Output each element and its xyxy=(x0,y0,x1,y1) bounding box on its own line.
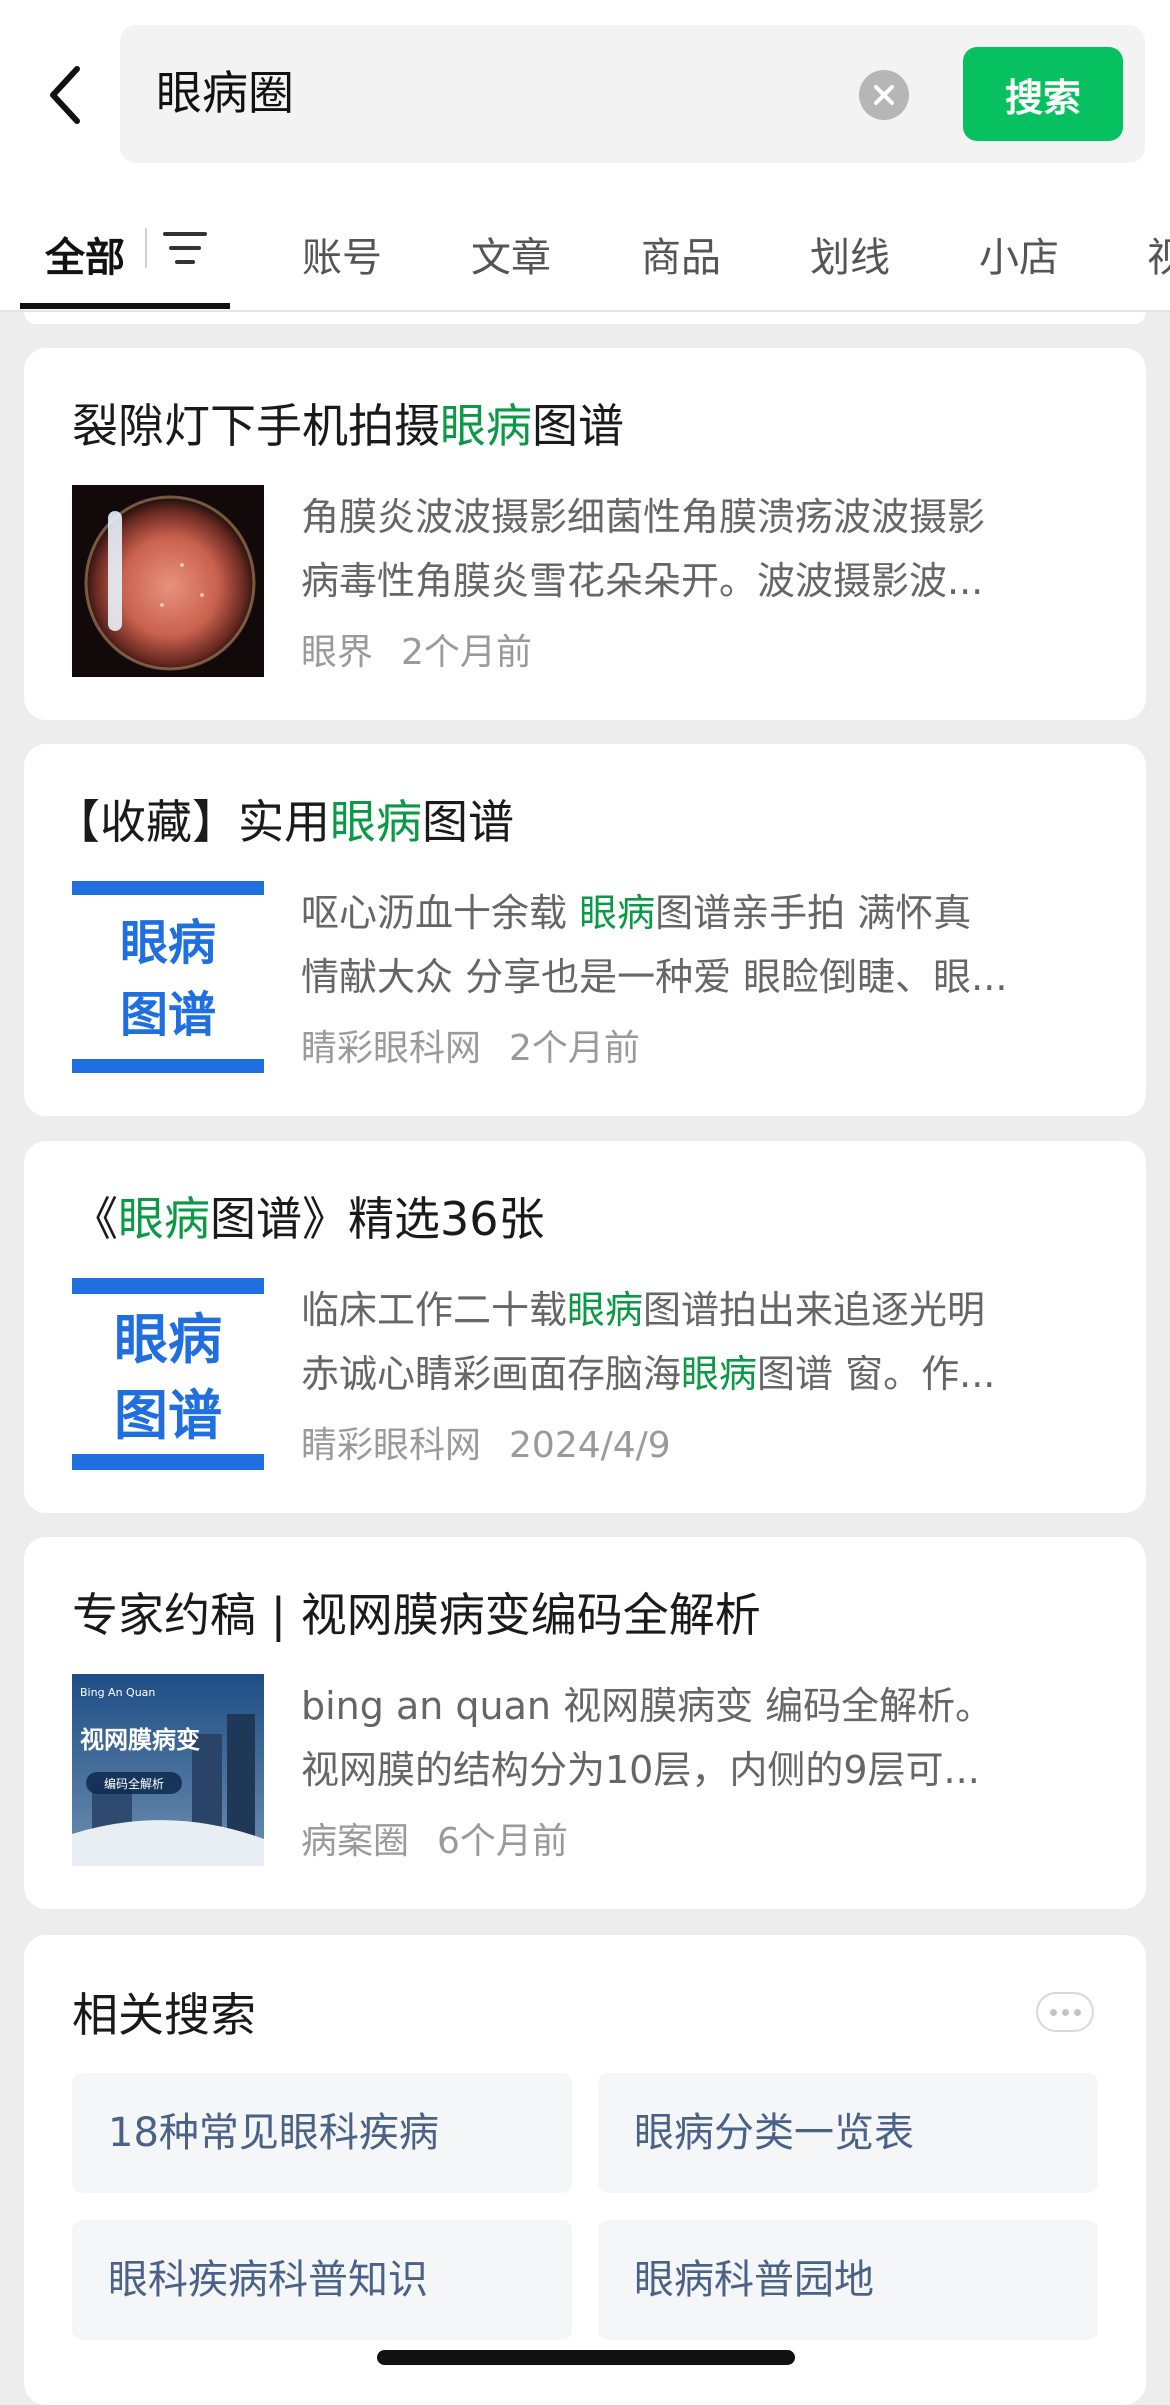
result-title: 《眼病图谱》精选36张 xyxy=(72,1192,545,1246)
active-tab-underline xyxy=(20,303,230,309)
result-snippet: bing an quan 视网膜病变 编码全解析。 视网膜的结构分为10层，内侧… xyxy=(301,1684,994,1792)
result-card[interactable]: 裂隙灯下手机拍摄眼病图谱 角膜炎波波摄影细菌性角膜溃疡波波摄影 病毒性角膜炎雪花… xyxy=(24,348,1146,720)
thumb-text: 图谱 xyxy=(120,987,216,1043)
back-button[interactable] xyxy=(30,55,100,135)
thumb-text: 视网膜病变 xyxy=(80,1726,200,1754)
previous-card-edge xyxy=(24,312,1146,324)
result-time: 6个月前 xyxy=(437,1821,568,1862)
search-input[interactable]: 眼病圈 xyxy=(156,63,294,123)
result-meta: 眼界 2个月前 xyxy=(301,628,532,678)
result-thumbnail: 眼病 图谱 xyxy=(72,1278,264,1470)
tab-accounts[interactable]: 账号 xyxy=(302,225,382,283)
clear-search-button[interactable] xyxy=(859,70,909,120)
tab-shops[interactable]: 小店 xyxy=(979,225,1059,283)
home-indicator[interactable] xyxy=(377,2350,795,2365)
thumb-text: 眼病 xyxy=(120,915,216,971)
result-source: 病案圈 xyxy=(301,1821,410,1862)
result-thumbnail: Bing An Quan 视网膜病变 编码全解析 xyxy=(72,1674,264,1866)
tab-all[interactable]: 全部 xyxy=(45,225,125,283)
close-icon xyxy=(874,85,894,105)
result-card[interactable]: 【收藏】实用眼病图谱 眼病 图谱 呕心沥血十余载 眼病图谱亲手拍 满怀真 情献大… xyxy=(24,744,1146,1116)
filter-icon[interactable] xyxy=(163,228,207,268)
thumb-text: Bing An Quan xyxy=(80,1686,155,1699)
related-item[interactable]: 眼科疾病科普知识 xyxy=(72,2220,572,2340)
more-options-button[interactable] xyxy=(1036,1992,1094,2032)
search-tabs: 全部 账号 文章 商品 划线 小店 视 xyxy=(0,195,1170,312)
related-searches-title: 相关搜索 xyxy=(72,1988,256,2042)
result-snippet: 角膜炎波波摄影细菌性角膜溃疡波波摄影 病毒性角膜炎雪花朵朵开。波波摄影波... xyxy=(301,495,986,603)
search-button[interactable]: 搜索 xyxy=(963,47,1123,141)
result-title: 【收藏】实用眼病图谱 xyxy=(54,795,514,849)
result-snippet: 临床工作二十载眼病图谱拍出来追逐光明 赤诚心睛彩画面存脑海眼病图谱 窗。作... xyxy=(301,1288,996,1396)
result-title: 裂隙灯下手机拍摄眼病图谱 xyxy=(72,399,624,453)
related-item[interactable]: 眼病科普园地 xyxy=(598,2220,1098,2340)
result-meta: 睛彩眼科网 2个月前 xyxy=(301,1024,640,1074)
result-source: 眼界 xyxy=(301,632,374,673)
result-snippet: 呕心沥血十余载 眼病图谱亲手拍 满怀真 情献大众 分享也是一种爱 眼睑倒睫、眼.… xyxy=(301,891,1008,999)
tab-articles[interactable]: 文章 xyxy=(471,225,551,283)
result-meta: 睛彩眼科网 2024/4/9 xyxy=(301,1421,671,1471)
search-header: 眼病圈 搜索 全部 账号 文章 商品 划线 小店 视 xyxy=(0,0,1170,312)
result-card[interactable]: 《眼病图谱》精选36张 眼病 图谱 临床工作二十载眼病图谱拍出来追逐光明 赤诚心… xyxy=(24,1141,1146,1513)
thumb-text: 图谱 xyxy=(114,1384,222,1447)
tab-separator xyxy=(145,228,147,268)
result-time: 2个月前 xyxy=(401,632,532,673)
result-meta: 病案圈 6个月前 xyxy=(301,1817,568,1867)
related-item[interactable]: 18种常见眼科疾病 xyxy=(72,2073,572,2193)
related-item[interactable]: 眼病分类一览表 xyxy=(598,2073,1098,2193)
result-source: 睛彩眼科网 xyxy=(301,1028,482,1069)
result-time: 2024/4/9 xyxy=(509,1425,671,1466)
back-arrow-icon xyxy=(50,66,80,124)
search-box[interactable]: 眼病圈 搜索 xyxy=(120,25,1145,163)
tab-videos[interactable]: 视 xyxy=(1147,225,1170,283)
thumb-text: 眼病 xyxy=(114,1308,222,1371)
result-card[interactable]: 专家约稿 | 视网膜病变编码全解析 Bing An Quan 视网膜病变 编码全… xyxy=(24,1537,1146,1909)
tab-highlights[interactable]: 划线 xyxy=(810,225,890,283)
thumb-text: 编码全解析 xyxy=(104,1776,164,1791)
result-thumbnail: 眼病 图谱 xyxy=(72,881,264,1073)
result-title: 专家约稿 | 视网膜病变编码全解析 xyxy=(72,1588,761,1642)
tab-products[interactable]: 商品 xyxy=(641,225,721,283)
related-searches: 相关搜索 18种常见眼科疾病 眼病分类一览表 眼科疾病科普知识 眼病科普园地 xyxy=(24,1935,1146,2405)
more-dots-icon xyxy=(1049,2008,1057,2016)
result-source: 睛彩眼科网 xyxy=(301,1425,482,1466)
result-thumbnail xyxy=(72,485,264,677)
result-time: 2个月前 xyxy=(509,1028,640,1069)
